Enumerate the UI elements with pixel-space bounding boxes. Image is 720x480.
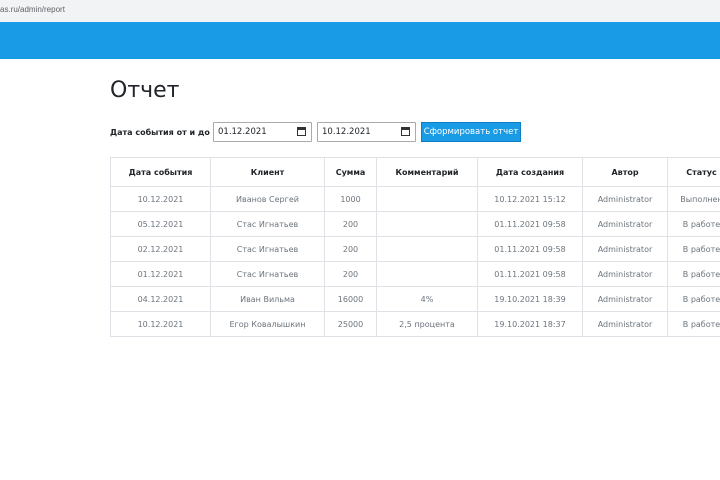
table-cell: Стас Игнатьев [210, 211, 325, 237]
table-cell: 01.11.2021 09:58 [477, 211, 583, 237]
table-cell: 01.11.2021 09:58 [477, 261, 583, 287]
table-cell: 1000 [324, 186, 377, 212]
table-cell: Administrator [582, 186, 668, 212]
table-cell: 01.12.2021 [110, 261, 211, 287]
table-cell: 10.12.2021 [110, 311, 211, 337]
table-cell [376, 211, 478, 237]
table-header-row: Дата события Клиент Сумма Комментарий Да… [110, 157, 720, 187]
table-cell: В работе [667, 286, 720, 312]
date-range-label: Дата события от и до [110, 128, 210, 137]
table-row[interactable]: 02.12.2021 Стас Игнатьев 200 01.11.2021 … [110, 236, 720, 262]
table-row[interactable]: 05.12.2021 Стас Игнатьев 200 01.11.2021 … [110, 211, 720, 237]
table-row[interactable]: 04.12.2021 Иван Вильма 16000 4% 19.10.20… [110, 286, 720, 312]
table-cell [376, 261, 478, 287]
table-cell: 10.12.2021 15:12 [477, 186, 583, 212]
column-header[interactable]: Клиент [210, 157, 325, 187]
table-cell [376, 186, 478, 212]
to-date-value: 10.12.2021 [322, 127, 371, 137]
generate-report-button[interactable]: Сформировать отчет [421, 122, 521, 142]
table-cell: Administrator [582, 286, 668, 312]
table-cell: В работе [667, 261, 720, 287]
table-cell: Иванов Сергей [210, 186, 325, 212]
table-cell: 200 [324, 261, 377, 287]
table-cell: 200 [324, 236, 377, 262]
url-text: as.ru/admin/report [0, 5, 65, 14]
table-cell: 16000 [324, 286, 377, 312]
table-cell: 19.10.2021 18:37 [477, 311, 583, 337]
table-cell: 4% [376, 286, 478, 312]
column-header[interactable]: Комментарий [376, 157, 478, 187]
table-cell: В работе [667, 311, 720, 337]
from-date-input[interactable]: 01.12.2021 [213, 122, 312, 142]
table-cell [376, 236, 478, 262]
calendar-icon[interactable] [401, 127, 410, 136]
table-cell: 200 [324, 211, 377, 237]
table-row[interactable]: 10.12.2021 Иванов Сергей 1000 10.12.2021… [110, 186, 720, 212]
table-cell: Стас Игнатьев [210, 261, 325, 287]
table-cell: 25000 [324, 311, 377, 337]
table-row[interactable]: 10.12.2021 Егор Ковалышкин 25000 2,5 про… [110, 311, 720, 337]
table-cell: Выполнен [667, 186, 720, 212]
browser-address-bar[interactable]: as.ru/admin/report [0, 0, 720, 23]
to-date-input[interactable]: 10.12.2021 [317, 122, 416, 142]
report-table-container: Дата события Клиент Сумма Комментарий Да… [110, 157, 720, 337]
table-cell: 19.10.2021 18:39 [477, 286, 583, 312]
table-cell: В работе [667, 236, 720, 262]
from-date-value: 01.12.2021 [218, 127, 267, 137]
top-navbar [0, 22, 720, 59]
table-cell: 04.12.2021 [110, 286, 211, 312]
column-header[interactable]: Сумма [324, 157, 377, 187]
table-cell: В работе [667, 211, 720, 237]
table-cell: Administrator [582, 236, 668, 262]
table-cell: Стас Игнатьев [210, 236, 325, 262]
table-cell: Егор Ковалышкин [210, 311, 325, 337]
table-cell: Administrator [582, 211, 668, 237]
column-header[interactable]: Статус [667, 157, 720, 187]
table-cell: 2,5 процента [376, 311, 478, 337]
main-content: Отчет Дата события от и до 01.12.2021 10… [0, 59, 720, 480]
calendar-icon[interactable] [297, 127, 306, 136]
table-cell: Иван Вильма [210, 286, 325, 312]
report-table: Дата события Клиент Сумма Комментарий Да… [110, 157, 720, 337]
page-title: Отчет [110, 78, 180, 103]
table-cell: 01.11.2021 09:58 [477, 236, 583, 262]
table-cell: Administrator [582, 261, 668, 287]
table-cell: 05.12.2021 [110, 211, 211, 237]
table-row[interactable]: 01.12.2021 Стас Игнатьев 200 01.11.2021 … [110, 261, 720, 287]
column-header[interactable]: Дата создания [477, 157, 583, 187]
column-header[interactable]: Автор [582, 157, 668, 187]
table-cell: 10.12.2021 [110, 186, 211, 212]
table-cell: Administrator [582, 311, 668, 337]
table-cell: 02.12.2021 [110, 236, 211, 262]
column-header[interactable]: Дата события [110, 157, 211, 187]
